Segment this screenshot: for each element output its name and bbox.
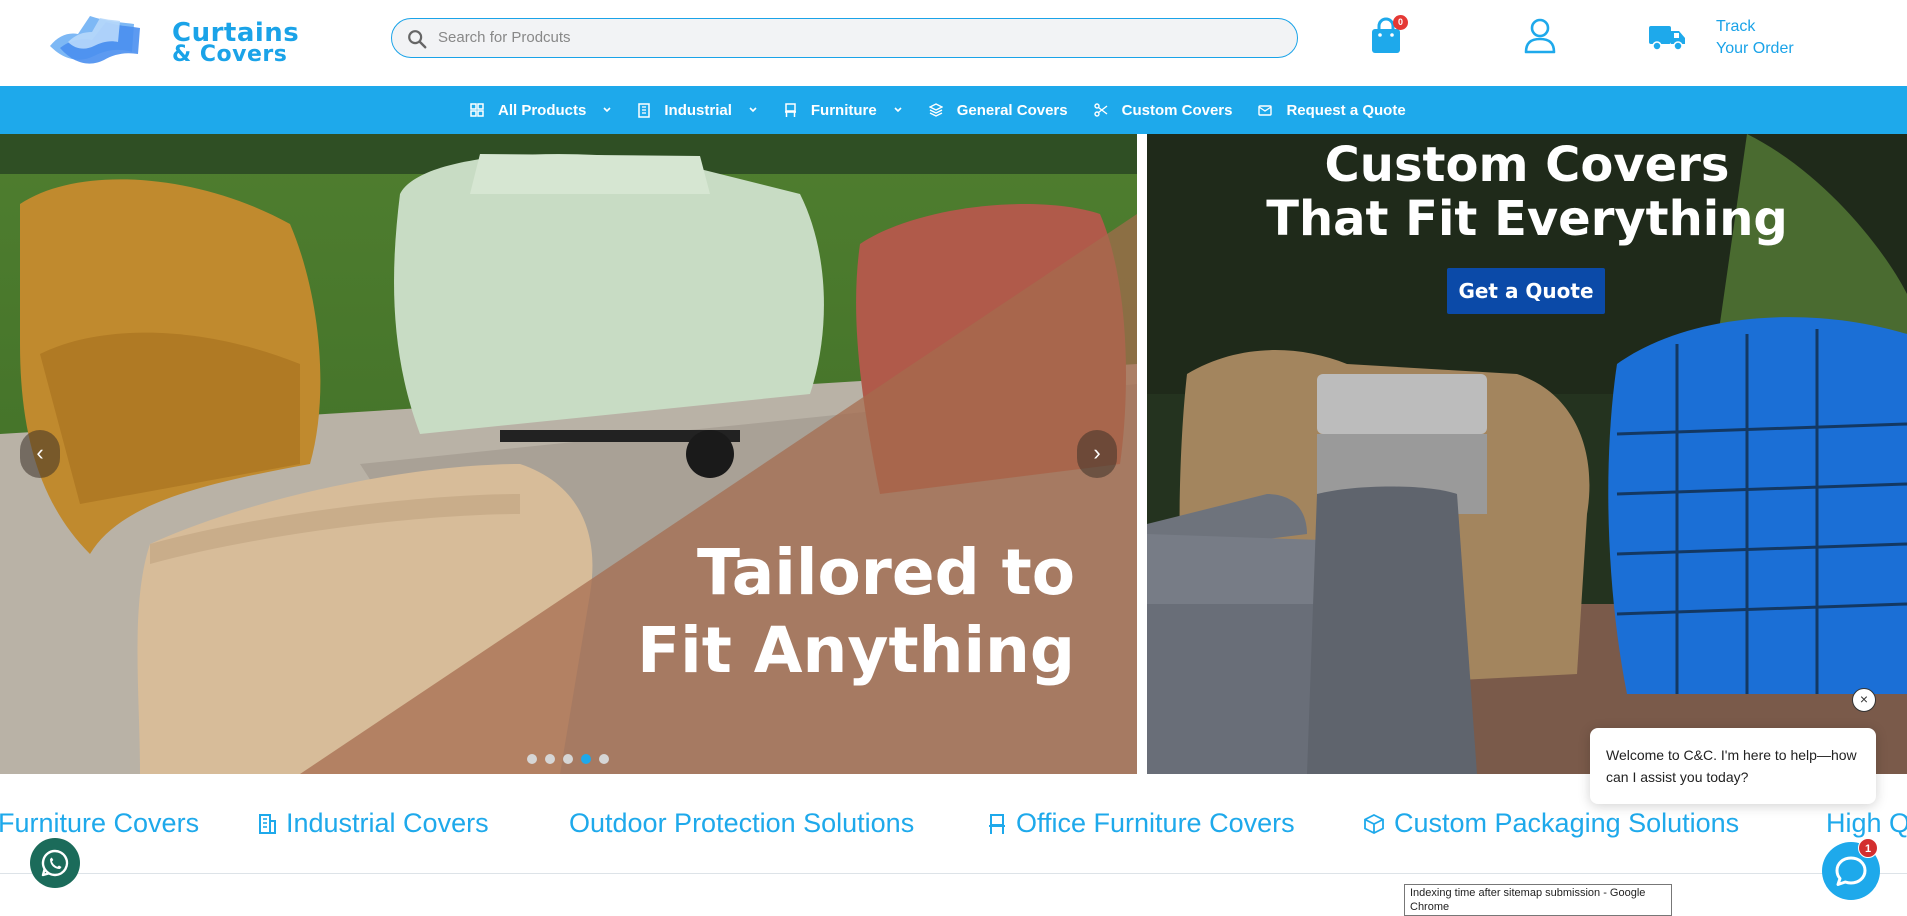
chat-unread-badge: 1 xyxy=(1858,838,1878,858)
nav-label: All Products xyxy=(498,101,587,119)
delivery-truck-icon[interactable] xyxy=(1648,22,1686,52)
chevron-down-icon xyxy=(894,107,902,113)
chat-welcome-message[interactable]: Welcome to C&C. I'm here to help—how can… xyxy=(1590,728,1876,804)
marquee-label: Office Furniture Covers xyxy=(1016,808,1295,838)
slider-dot-5[interactable] xyxy=(599,754,609,764)
marquee-label: Outdoor Protection Solutions xyxy=(569,808,915,838)
nav-label: Request a Quote xyxy=(1286,101,1406,119)
box-icon xyxy=(1364,813,1384,834)
marquee-label: High Q xyxy=(1826,808,1907,838)
track-line-2: Your Order xyxy=(1716,40,1794,57)
logo-curtain-icon xyxy=(50,16,140,64)
building-icon xyxy=(638,102,651,118)
page: Curtains & Covers 0 xyxy=(0,0,1907,916)
marquee-label: Industrial Covers xyxy=(286,808,489,838)
slider-next-button[interactable]: › xyxy=(1077,430,1117,478)
user-account-icon[interactable] xyxy=(1524,18,1556,54)
nav-label: General Covers xyxy=(956,101,1068,119)
marquee-item-furniture-covers[interactable]: Furniture Covers xyxy=(0,808,199,839)
nav-label: Industrial xyxy=(664,101,732,119)
scissors-icon xyxy=(1093,103,1108,117)
slider-dots xyxy=(527,754,617,764)
browser-tooltip: Indexing time after sitemap submission -… xyxy=(1404,884,1672,916)
slider-dot-3[interactable] xyxy=(563,754,573,764)
main-nav: All Products Industrial Furniture Genera… xyxy=(0,86,1907,134)
quote-icon xyxy=(1258,104,1273,116)
site-header: Curtains & Covers 0 xyxy=(0,0,1907,86)
promo-title-line-1: Custom Covers xyxy=(1324,137,1730,193)
search-icon[interactable] xyxy=(406,28,428,50)
nav-item-general-covers[interactable]: General Covers xyxy=(928,101,1068,119)
marquee-item-industrial-covers[interactable]: Industrial Covers xyxy=(258,808,489,839)
nav-item-furniture[interactable]: Furniture xyxy=(784,102,903,119)
promo-title-line-2: That Fit Everything xyxy=(1266,191,1788,247)
chair-icon xyxy=(784,102,796,117)
logo-text: Curtains & Covers xyxy=(172,18,300,67)
chair-icon xyxy=(989,813,1005,834)
grid-icon xyxy=(470,103,484,117)
layers-icon xyxy=(928,103,943,117)
hero-title-line-2: Fit Anything xyxy=(637,614,1075,687)
marquee-item-custom-packaging[interactable]: Custom Packaging Solutions xyxy=(1364,808,1739,839)
nav-item-request-quote[interactable]: Request a Quote xyxy=(1258,101,1406,119)
whatsapp-button[interactable] xyxy=(30,838,80,888)
slider-dot-2[interactable] xyxy=(545,754,555,764)
search-input[interactable] xyxy=(438,19,1278,56)
banner-divider xyxy=(1137,134,1147,774)
slider-dot-1[interactable] xyxy=(527,754,537,764)
search-bar xyxy=(391,18,1298,58)
track-line-1: Track xyxy=(1716,18,1756,35)
chat-close-button[interactable]: × xyxy=(1852,688,1876,712)
cart-count-badge: 0 xyxy=(1393,15,1408,30)
whatsapp-icon xyxy=(41,849,69,877)
hero-slider: Tailored to Fit Anything ‹ › xyxy=(0,134,1137,774)
marquee-item-outdoor-protection[interactable]: Outdoor Protection Solutions xyxy=(569,808,914,839)
building-icon xyxy=(259,813,276,834)
marquee-label: Custom Packaging Solutions xyxy=(1394,808,1740,838)
hero-title: Tailored to Fit Anything xyxy=(637,534,1075,690)
chevron-down-icon xyxy=(603,107,611,113)
hero-title-line-1: Tailored to xyxy=(696,536,1075,609)
nav-item-custom-covers[interactable]: Custom Covers xyxy=(1093,101,1233,119)
nav-label: Custom Covers xyxy=(1121,101,1233,119)
promo-banner: Custom Covers That Fit Everything Get a … xyxy=(1147,134,1907,774)
nav-items: All Products Industrial Furniture Genera… xyxy=(470,86,1432,134)
site-logo[interactable]: Curtains & Covers xyxy=(48,12,348,68)
marquee-item-high-q[interactable]: High Q xyxy=(1826,808,1907,839)
chevron-down-icon xyxy=(749,107,757,113)
nav-item-all-products[interactable]: All Products xyxy=(470,102,612,119)
marquee-label: Furniture Covers xyxy=(0,808,200,838)
get-quote-button[interactable]: Get a Quote xyxy=(1447,268,1605,314)
slider-prev-button[interactable]: ‹ xyxy=(20,430,60,478)
marquee-item-office-furniture-covers[interactable]: Office Furniture Covers xyxy=(988,808,1295,839)
promo-title: Custom Covers That Fit Everything xyxy=(1147,138,1907,246)
nav-label: Furniture xyxy=(810,101,877,119)
nav-item-industrial[interactable]: Industrial xyxy=(638,102,758,119)
slider-dot-4[interactable] xyxy=(581,754,591,764)
track-order-link[interactable]: Track Your Order xyxy=(1716,16,1794,60)
logo-line-2: & Covers xyxy=(172,42,288,67)
logo-line-1: Curtains xyxy=(172,18,300,48)
